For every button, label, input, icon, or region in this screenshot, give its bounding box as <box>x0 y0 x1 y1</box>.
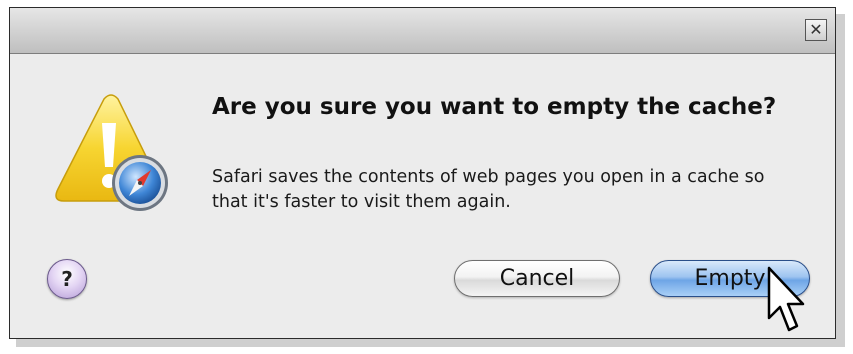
empty-button-label: Empty <box>694 266 766 291</box>
safari-compass-icon <box>112 155 168 211</box>
mouse-pointer-icon <box>767 266 805 332</box>
dialog-titlebar: ✕ <box>10 8 835 54</box>
dialog-title: Are you sure you want to empty the cache… <box>212 94 777 120</box>
warning-icon <box>55 94 168 211</box>
dialog-message: Safari saves the contents of web pages y… <box>212 167 765 212</box>
help-icon: ? <box>61 267 73 291</box>
empty-cache-dialog: ✕ Are you sure you want to empty the cac… <box>9 7 836 339</box>
cancel-button[interactable]: Cancel <box>454 260 620 297</box>
cancel-button-label: Cancel <box>499 266 575 291</box>
help-button[interactable]: ? <box>47 259 87 299</box>
close-icon: ✕ <box>809 20 823 39</box>
close-button[interactable]: ✕ <box>805 19 827 41</box>
